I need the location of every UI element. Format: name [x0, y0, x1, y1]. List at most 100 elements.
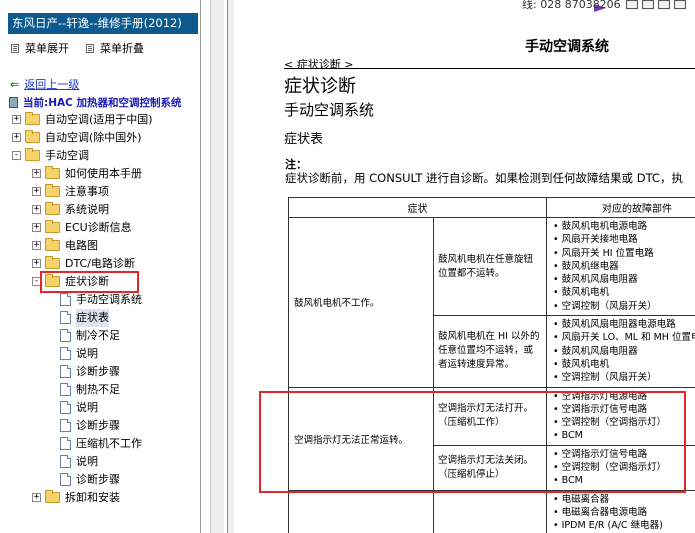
tree-folder-item[interactable]: + ECU诊断信息: [0, 219, 200, 237]
symptom-cell: [288, 489, 434, 533]
system-title: 手动空调系统: [525, 39, 609, 55]
tree-item-label: 说明: [76, 401, 98, 414]
tree-page-item[interactable]: 说明: [0, 453, 200, 471]
page-title: 症状诊断: [284, 76, 356, 97]
expand-icon[interactable]: +: [12, 115, 21, 124]
part-item: 鼓风机电机电源电路: [553, 220, 695, 233]
expand-icon[interactable]: +: [32, 205, 41, 214]
page-icon: [60, 455, 71, 468]
tree-item-label: 自动空调(适用于中国): [45, 113, 153, 126]
page-icon: [60, 401, 71, 414]
page-icon: [60, 383, 71, 396]
folder-icon: [45, 238, 60, 251]
breadcrumb: < 症状诊断 >: [284, 58, 354, 71]
page-icon[interactable]: [658, 0, 670, 9]
book-icon: [9, 97, 18, 108]
expand-icon[interactable]: +: [32, 187, 41, 196]
tree-folder-item[interactable]: + 自动空调(适用于中国): [0, 111, 200, 129]
expand-menu-label: 菜单展开: [25, 42, 69, 55]
parts-cell: 鼓风机电机电源电路风扇开关接地电路风扇开关 HI 位置电路鼓风机继电器鼓风机风扇…: [546, 216, 695, 317]
tree-folder-item[interactable]: + 电路图: [0, 237, 200, 255]
folder-icon: [45, 166, 60, 179]
page-icon: [60, 293, 71, 306]
tree-item-label: ECU诊断信息: [65, 221, 132, 234]
note-text: 症状诊断前，用 CONSULT 进行自诊断。如果检测到任何故障结果或 DTC，执: [285, 171, 683, 185]
tree-item-label: 诊断步骤: [76, 473, 120, 486]
scrollbar[interactable]: [210, 0, 224, 533]
sub-symptom-cell: 鼓风机电机在 HI 以外的任意位置均不运转，或者运转速度异常。: [433, 315, 547, 388]
folder-icon: [25, 130, 40, 143]
folder-icon: [45, 202, 60, 215]
tree-folder-item[interactable]: - 手动空调: [0, 147, 200, 165]
navigation-sidebar: 东风日产--轩逸--维修手册(2012) 菜单展开 菜单折叠 ⇐ 返回上一级 当前…: [0, 0, 201, 533]
part-item: 风扇开关 HI 位置电路: [553, 247, 695, 260]
part-item: 鼓风机电机: [553, 358, 695, 371]
back-link[interactable]: ⇐ 返回上一级: [10, 76, 79, 92]
tree-page-item[interactable]: 制热不足: [0, 381, 200, 399]
tree-item-label: 自动空调(除中国外): [45, 131, 142, 144]
page-icon: [60, 365, 71, 378]
expand-icon[interactable]: +: [32, 493, 41, 502]
expand-icon[interactable]: +: [32, 169, 41, 178]
part-item: IPDM E/R (A/C 继电器): [553, 519, 695, 532]
phone-number: 线: 028 87038206: [522, 0, 621, 11]
expand-menu-button[interactable]: 菜单展开: [11, 40, 69, 56]
column-header-symptom: 症状: [288, 197, 547, 218]
back-label: 返回上一级: [24, 78, 80, 91]
expand-icon[interactable]: +: [12, 133, 21, 142]
tree-page-item[interactable]: 诊断步骤: [0, 363, 200, 381]
tree-folder-item[interactable]: + 注意事项: [0, 183, 200, 201]
tree-folder-item[interactable]: + 如何使用本手册: [0, 165, 200, 183]
current-section: 当前:HAC 加热器和空调控制系统: [9, 95, 181, 110]
tree-folder-item[interactable]: + 拆卸和安装: [0, 489, 200, 507]
tree-item-label: 如何使用本手册: [65, 167, 142, 180]
tree-page-item[interactable]: 诊断步骤: [0, 417, 200, 435]
page-icon[interactable]: [642, 0, 654, 9]
tree-item-label: 说明: [76, 347, 98, 360]
expand-icon[interactable]: +: [32, 259, 41, 268]
manual-title: 东风日产--轩逸--维修手册(2012): [8, 13, 198, 34]
parts-cell: 电磁离合器电磁离合器电源电路IPDM E/R (A/C 继电器): [546, 489, 695, 533]
tree-folder-item[interactable]: + 系统说明: [0, 201, 200, 219]
tree-page-item[interactable]: 诊断步骤: [0, 471, 200, 489]
page-icon[interactable]: [626, 0, 638, 9]
tree-item-label: 手动空调: [45, 149, 89, 162]
tree-item-label: 注意事项: [65, 185, 109, 198]
part-item: 鼓风机电机: [553, 286, 695, 299]
tree-item-label: 手动空调系统: [76, 293, 142, 306]
tree-page-item[interactable]: 手动空调系统: [0, 291, 200, 309]
subsection-title: 症状表: [284, 132, 324, 147]
current-section-label: 当前:HAC 加热器和空调控制系统: [23, 97, 182, 109]
part-item: 鼓风机风扇电阻器: [553, 273, 695, 286]
expand-icon[interactable]: +: [32, 241, 41, 250]
expand-icon[interactable]: +: [32, 223, 41, 232]
folder-icon: [45, 184, 60, 197]
collapse-menu-button[interactable]: 菜单折叠: [86, 40, 144, 56]
collapse-icon[interactable]: -: [12, 151, 21, 160]
part-item: 空调控制（风扇开关）: [553, 300, 695, 313]
tree-page-item[interactable]: 症状表: [0, 309, 200, 327]
tree-folder-item[interactable]: + 自动空调(除中国外): [0, 129, 200, 147]
tree-item-label: 症状表: [76, 309, 109, 327]
tree-page-item[interactable]: 制冷不足: [0, 327, 200, 345]
part-item: 风扇开关接地电路: [553, 233, 695, 246]
page-icon: [60, 419, 71, 432]
collapse-menu-label: 菜单折叠: [100, 42, 144, 55]
table-row: 鼓风机电机不工作。 鼓风机电机在任意旋钮位置都不运转。 鼓风机电机电源电路风扇开…: [288, 216, 695, 388]
part-item: 电磁离合器电源电路: [553, 506, 695, 519]
part-item: 鼓风机风扇电阻器电源电路: [553, 318, 695, 331]
page-icon: [60, 437, 71, 450]
tree-item-label: 系统说明: [65, 203, 109, 216]
page-icon[interactable]: [674, 0, 686, 9]
section-title: 手动空调系统: [284, 101, 375, 119]
menu-icon: [11, 44, 19, 53]
tree-page-item[interactable]: 说明: [0, 345, 200, 363]
divider: [284, 68, 695, 69]
tree-item-label: 拆卸和安装: [65, 491, 120, 504]
tree-page-item[interactable]: 说明: [0, 399, 200, 417]
part-item: 电磁离合器: [553, 493, 695, 506]
tree-item-label: 制冷不足: [76, 329, 120, 342]
tree-page-item[interactable]: 压缩机不工作: [0, 435, 200, 453]
tree-item-label: 制热不足: [76, 383, 120, 396]
tree-item-label: 电路图: [65, 239, 98, 252]
